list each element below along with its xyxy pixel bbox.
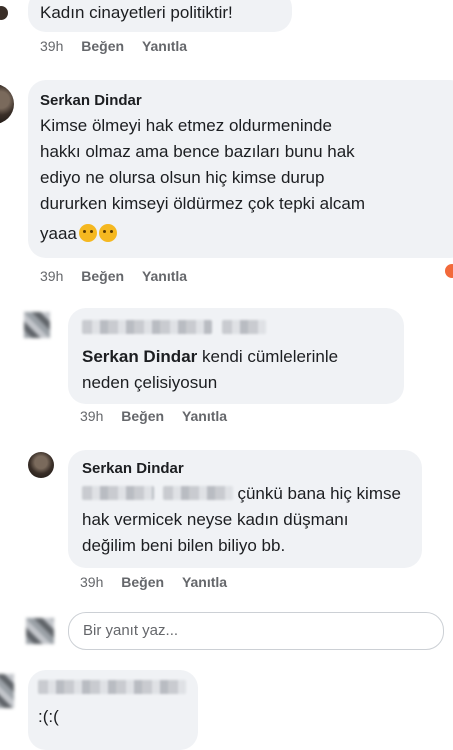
redacted-name-block [222, 320, 267, 334]
reply-input[interactable]: Bir yanıt yaz... [68, 612, 444, 650]
comment-2-line-2: hakkı olmaz ama bence bazıları bunu hak [40, 142, 355, 161]
reply-2-like-button[interactable]: Beğen [121, 574, 164, 590]
comment-2-line-3: ediyo ne olursa olsun hiç kimse durup [40, 168, 325, 187]
reply-2-reply-button[interactable]: Yanıtla [182, 574, 227, 590]
reply-1-reply-button[interactable]: Yanıtla [182, 408, 227, 424]
comment-1-time[interactable]: 39h [40, 38, 63, 54]
reply-1-meta: 39h Beğen Yanıtla [80, 408, 241, 424]
reply-1-bubble: Serkan Dindar kendi cümlelerinle neden ç… [68, 308, 404, 404]
comment-2-reply-button[interactable]: Yanıtla [142, 268, 187, 284]
comment-3-avatar[interactable] [0, 674, 14, 708]
comment-1-avatar-edge [0, 6, 8, 20]
reply-1-mention[interactable]: Serkan Dindar [82, 347, 197, 366]
reply-1-avatar[interactable] [24, 312, 50, 338]
reply-2-meta: 39h Beğen Yanıtla [80, 574, 241, 590]
comment-3-bubble: :(:( [28, 670, 198, 750]
sad-face-icon [98, 224, 117, 242]
reply-2-text-3: değilim beni bilen biliyo bb. [82, 536, 286, 555]
comment-2-line-4: dururken kimseyi öldürmez çok tepki alca… [40, 194, 366, 213]
comment-3-text: :(:( [38, 707, 59, 726]
comment-2-bubble: Serkan Dindar Kimse ölmeyi hak etmez old… [28, 80, 453, 258]
current-user-avatar [26, 618, 54, 644]
reply-1-time[interactable]: 39h [80, 408, 103, 424]
comment-2-line-1: Kimse ölmeyi hak etmez oldurmeninde [40, 116, 332, 135]
comment-2-time[interactable]: 39h [40, 268, 63, 284]
comment-2-line-5: yaaa [40, 224, 77, 243]
reply-2-avatar[interactable] [28, 452, 54, 478]
reply-input-placeholder: Bir yanıt yaz... [83, 622, 179, 639]
redacted-mention [82, 486, 154, 500]
reply-2-author[interactable]: Serkan Dindar [82, 460, 422, 477]
comment-2-meta: 39h Beğen Yanıtla [40, 268, 201, 284]
reply-1-line-1: Serkan Dindar kendi cümlelerinle [82, 344, 404, 370]
comment-1-meta: 39h Beğen Yanıtla [40, 38, 201, 54]
comment-2-avatar[interactable] [0, 84, 14, 124]
comment-1-reply-button[interactable]: Yanıtla [142, 38, 187, 54]
reply-1-author-redacted[interactable] [82, 320, 404, 338]
reply-2-text-1: çünkü bana hiç kimse [237, 484, 401, 503]
reply-1-like-button[interactable]: Beğen [121, 408, 164, 424]
redacted-name-block [38, 680, 186, 694]
reply-2-text-2: hak vermicek neyse kadın düşmanı [82, 510, 349, 529]
redacted-mention [162, 486, 233, 500]
comment-2-line-5-row: yaaa [40, 221, 453, 247]
comment-2-author[interactable]: Serkan Dindar [40, 92, 453, 109]
redacted-name-block [82, 320, 212, 334]
comment-1-text: Kadın cinayetleri politiktir! [40, 3, 233, 22]
angry-reaction-icon[interactable] [443, 262, 453, 280]
reply-1-text-2: neden çelisiyosun [82, 373, 218, 392]
comment-1-bubble: Kadın cinayetleri politiktir! [28, 0, 292, 32]
reply-2-time[interactable]: 39h [80, 574, 103, 590]
sad-face-icon [78, 224, 97, 242]
reply-1-text-1: kendi cümlelerinle [197, 347, 339, 366]
comment-1-like-button[interactable]: Beğen [81, 38, 124, 54]
comment-3-author-redacted[interactable] [38, 680, 198, 698]
reply-2-bubble: Serkan Dindar çünkü bana hiç kimse hak v… [68, 450, 422, 568]
comment-2-like-button[interactable]: Beğen [81, 268, 124, 284]
reply-2-line-1: çünkü bana hiç kimse [82, 481, 422, 507]
